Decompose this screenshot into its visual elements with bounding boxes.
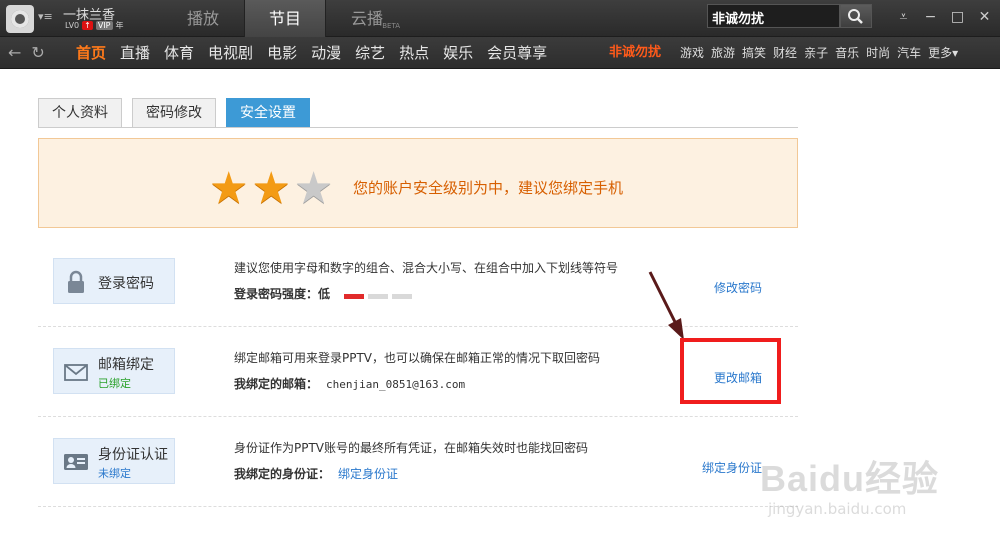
bind-idcard-inline-link[interactable]: 绑定身份证	[338, 467, 398, 481]
tab-password-change[interactable]: 密码修改	[132, 98, 216, 128]
tab-security-settings[interactable]: 安全设置	[226, 98, 310, 128]
search-icon	[848, 9, 863, 24]
email-bound: 我绑定的邮箱： chenjian_0851@163.com	[234, 375, 465, 392]
security-row-idcard: 身份证认证 未绑定 身份证作为PPTV账号的最终所有凭证，在邮箱失效时也能找回密…	[38, 417, 798, 507]
category-nav: ← ↻ 首页 直播 体育 电视剧 电影 动漫 综艺 热点 娱乐 会员尊享 非诚勿…	[0, 37, 1000, 69]
menu-dropdown-icon[interactable]: ▾≡	[38, 10, 53, 23]
nav-item-live[interactable]: 直播	[120, 37, 150, 69]
strength-bar	[344, 293, 365, 299]
level-badge: LV0	[65, 21, 80, 30]
refresh-icon[interactable]: ↻	[31, 43, 44, 62]
password-title: 登录密码	[98, 276, 154, 292]
security-level-text: 您的账户安全级别为中，建议您绑定手机	[353, 179, 624, 197]
window-controls: ⩡ − □ ✕	[890, 5, 998, 29]
tab-play[interactable]: 播放	[162, 0, 244, 37]
nav-item-tv[interactable]: 电视剧	[208, 37, 253, 69]
nav-item-fashion[interactable]: 时尚	[866, 37, 890, 69]
idcard-label-box: 身份证认证 未绑定	[53, 438, 175, 484]
annotation-arrow	[648, 271, 684, 340]
tab-cloud-play[interactable]: 云播 BETA	[326, 0, 408, 37]
password-strength-label: 登录密码强度：	[234, 287, 319, 301]
security-stars: ★ ★ ★	[209, 167, 333, 211]
strength-meter	[344, 288, 416, 302]
search-input[interactable]: 非诚勿扰	[707, 4, 840, 28]
vip-suffix: 年	[115, 21, 124, 30]
nav-arrows: ← ↻	[8, 43, 45, 62]
email-bound-label: 我绑定的邮箱：	[234, 377, 319, 391]
bind-idcard-link[interactable]: 绑定身份证	[702, 459, 762, 476]
password-strength: 登录密码强度：低	[234, 285, 416, 302]
settings-tabs: 个人资料 密码修改 安全设置	[38, 98, 310, 128]
strength-bar	[392, 293, 413, 299]
idcard-status: 未绑定	[98, 467, 131, 480]
password-strength-value: 低	[318, 287, 331, 301]
email-title: 邮箱绑定	[98, 357, 154, 373]
password-desc: 建议您使用字母和数字的组合、混合大小写、在组合中加入下划线等符号	[234, 261, 619, 275]
star-filled-icon: ★	[209, 163, 249, 214]
strength-bar	[368, 293, 389, 299]
level-up-icon: ↑	[82, 21, 93, 30]
nav-item-vip[interactable]: 会员尊享	[487, 37, 547, 69]
search-button[interactable]	[840, 4, 872, 28]
nav-item-funny[interactable]: 搞笑	[742, 37, 766, 69]
baidu-watermark: Baidu经验 jingyan.baidu.com	[760, 440, 995, 530]
nav-item-anime[interactable]: 动漫	[311, 37, 341, 69]
email-status: 已绑定	[98, 377, 131, 390]
close-icon[interactable]: ✕	[971, 5, 998, 29]
tab-profile[interactable]: 个人资料	[38, 98, 122, 128]
minimize-icon[interactable]: −	[917, 5, 944, 29]
nav-item-hot[interactable]: 热点	[399, 37, 429, 69]
nav-item-parenting[interactable]: 亲子	[804, 37, 828, 69]
idcard-desc: 身份证作为PPTV账号的最终所有凭证，在邮箱失效时也能找回密码	[234, 441, 589, 455]
nav-item-sports[interactable]: 体育	[164, 37, 194, 69]
nav-item-variety[interactable]: 综艺	[355, 37, 385, 69]
email-desc: 绑定邮箱可用来登录PPTV，也可以确保在邮箱正常的情况下取回密码	[234, 351, 601, 365]
nav-item-finance[interactable]: 财经	[773, 37, 797, 69]
user-badges: LV0 ↑ VIP 年	[65, 20, 124, 31]
pptv-logo-icon[interactable]	[6, 5, 34, 33]
password-label-box: 登录密码	[53, 258, 175, 304]
nav-main-list: 首页 直播 体育 电视剧 电影 动漫 综艺 热点 娱乐 会员尊享	[76, 37, 561, 69]
idcard-bound-label: 我绑定的身份证：	[234, 467, 331, 481]
annotation-highlight-box	[680, 338, 781, 404]
back-icon[interactable]: ←	[8, 43, 21, 62]
vip-badge: VIP	[95, 21, 113, 30]
skin-menu-icon[interactable]: ⩡	[890, 5, 917, 29]
title-bar: ▾≡ 一抹兰香 LV0 ↑ VIP 年 播放 节目 云播 BETA 非诚勿扰 ⩡ …	[0, 0, 1000, 37]
nav-item-games[interactable]: 游戏	[680, 37, 704, 69]
star-empty-icon: ★	[293, 163, 334, 214]
security-level-banner: ★ ★ ★ 您的账户安全级别为中，建议您绑定手机	[38, 138, 798, 228]
nav-promo-link[interactable]: 非诚勿扰	[609, 37, 661, 69]
tab-programs[interactable]: 节目	[244, 0, 326, 37]
change-password-link[interactable]: 修改密码	[714, 279, 762, 296]
nav-item-more[interactable]: 更多▾	[928, 37, 958, 69]
nav-item-entertainment[interactable]: 娱乐	[443, 37, 473, 69]
nav-item-travel[interactable]: 旅游	[711, 37, 735, 69]
maximize-icon[interactable]: □	[944, 5, 971, 29]
watermark-url: jingyan.baidu.com	[768, 500, 907, 518]
baidu-logo: Baidu经验	[760, 458, 940, 499]
id-card-icon	[64, 454, 88, 470]
main-tabs: 播放 节目 云播 BETA	[162, 0, 408, 37]
idcard-title: 身份证认证	[98, 447, 168, 463]
idcard-bound: 我绑定的身份证： 绑定身份证	[234, 465, 398, 482]
nav-item-home[interactable]: 首页	[76, 37, 106, 69]
nav-item-movie[interactable]: 电影	[267, 37, 297, 69]
tab-divider	[38, 127, 798, 128]
nav-small-list: 游戏 旅游 搞笑 财经 亲子 音乐 时尚 汽车 更多▾	[680, 37, 965, 69]
email-label-box: 邮箱绑定 已绑定	[53, 348, 175, 394]
lock-icon	[68, 270, 84, 293]
nav-item-auto[interactable]: 汽车	[897, 37, 921, 69]
email-bound-value: chenjian_0851@163.com	[326, 378, 466, 391]
nav-item-music[interactable]: 音乐	[835, 37, 859, 69]
star-filled-icon: ★	[251, 163, 291, 214]
envelope-icon	[64, 364, 88, 381]
